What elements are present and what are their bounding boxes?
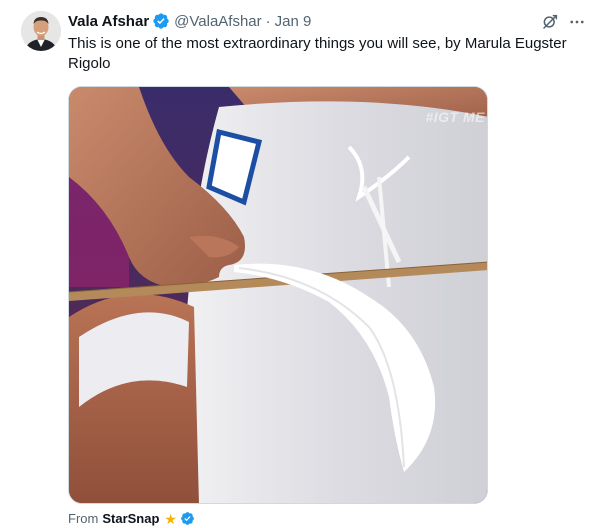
header-separator: · [265, 12, 271, 30]
tweet-text: This is one of the most extraordinary th… [68, 35, 567, 72]
tweet-media-video[interactable]: #IGT ME [68, 86, 488, 504]
avatar[interactable] [21, 11, 61, 51]
grok-icon[interactable] [540, 12, 560, 32]
star-icon: ★ [164, 510, 177, 527]
attribution-source-link[interactable]: StarSnap [102, 511, 159, 526]
tweet-date[interactable]: Jan 9 [275, 13, 312, 30]
tweet-header: Vala Afshar @ValaAfshar · Jan 9 [68, 10, 311, 32]
more-icon[interactable] [566, 12, 588, 32]
author-display-name[interactable]: Vala Afshar [68, 13, 149, 30]
video-watermark: #IGT ME [425, 109, 485, 125]
attribution: From StarSnap ★ [68, 511, 195, 526]
author-handle[interactable]: @ValaAfshar [174, 13, 262, 30]
attribution-prefix: From [68, 511, 99, 526]
verified-badge-icon[interactable] [152, 12, 170, 30]
source-verified-badge-icon[interactable] [180, 511, 195, 526]
tweet: Vala Afshar @ValaAfshar · Jan 9 This is … [0, 0, 609, 528]
